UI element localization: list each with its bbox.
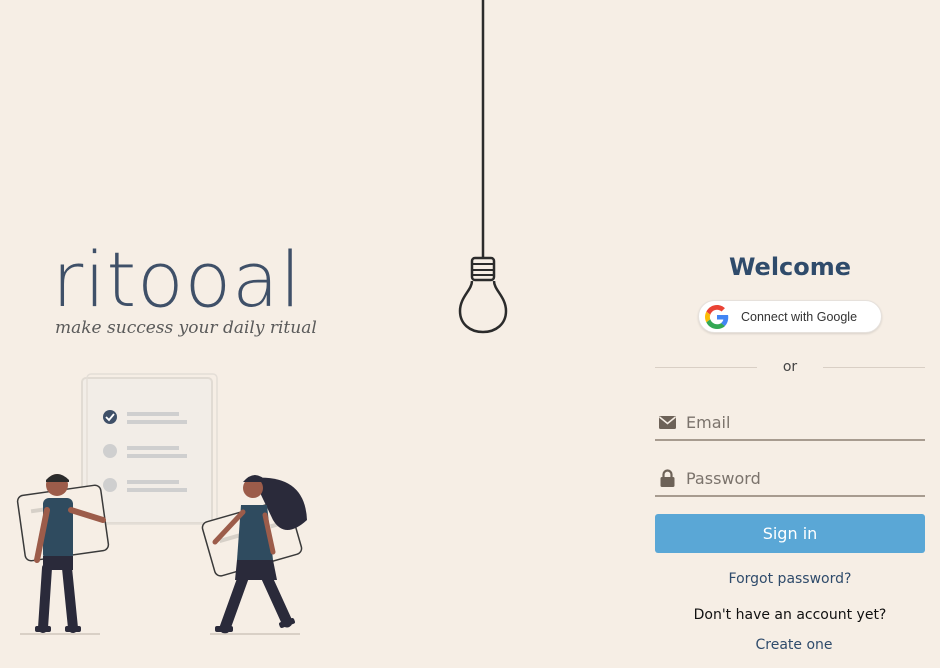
welcome-heading: Welcome [728, 253, 852, 281]
divider-line-right [823, 366, 926, 368]
brand-tagline: make success your daily ritual [55, 318, 317, 338]
envelope-icon [658, 413, 676, 431]
password-field-row [655, 461, 925, 497]
google-connect-button[interactable]: Connect with Google [698, 300, 882, 333]
or-label: or [782, 359, 798, 375]
email-input[interactable] [684, 411, 908, 433]
divider-line-left [655, 366, 757, 368]
google-connect-label: Connect with Google [741, 309, 858, 324]
google-g-icon [705, 304, 729, 329]
brand-logo: ritooal [52, 235, 302, 324]
man-figure [16, 474, 110, 635]
or-divider: or [655, 357, 926, 377]
sign-in-button[interactable]: Sign in [655, 514, 925, 553]
email-field-row [655, 405, 925, 441]
lock-icon [658, 469, 676, 487]
light-bulb-icon [458, 0, 508, 334]
password-input[interactable] [684, 467, 908, 489]
checklist-illustration [16, 373, 307, 635]
create-account-link[interactable]: Create one [659, 637, 929, 653]
forgot-password-link[interactable]: Forgot password? [655, 571, 925, 587]
no-account-text: Don't have an account yet? [693, 607, 887, 623]
